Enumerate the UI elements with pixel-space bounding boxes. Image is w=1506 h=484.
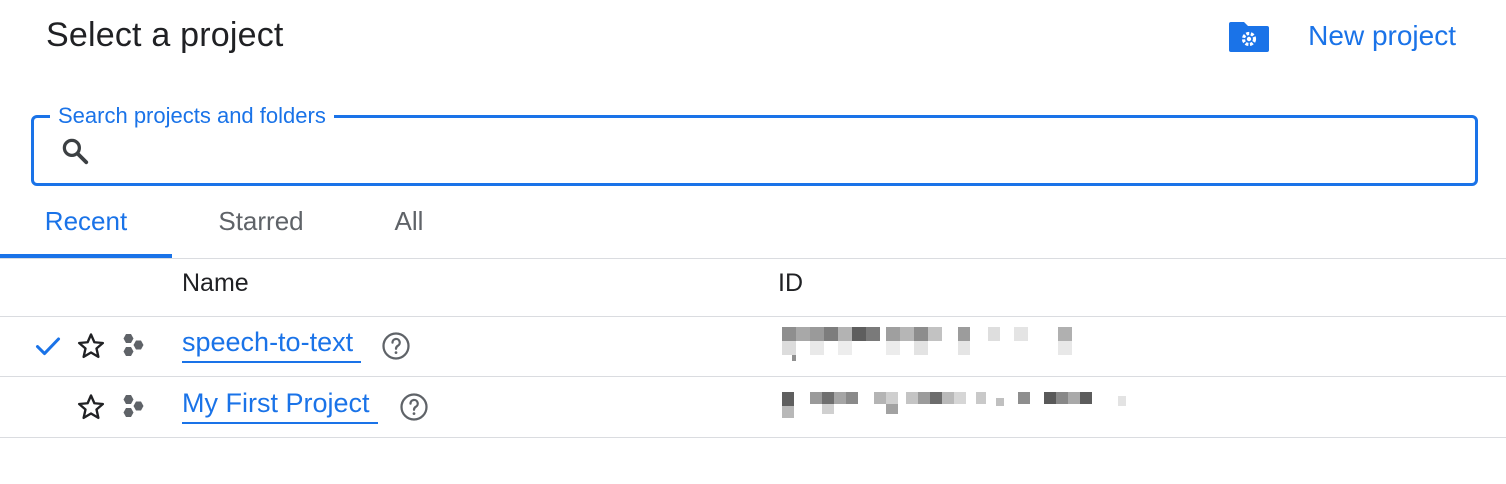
search-input[interactable] bbox=[104, 126, 1458, 176]
column-header-name: Name bbox=[182, 269, 249, 297]
search-field[interactable]: Search projects and folders bbox=[31, 102, 1478, 186]
table-header: Name ID bbox=[0, 259, 1506, 317]
help-icon[interactable] bbox=[381, 331, 411, 361]
tab-recent[interactable]: Recent bbox=[0, 192, 172, 258]
project-link[interactable]: My First Project bbox=[182, 388, 378, 424]
folder-settings-icon bbox=[1228, 18, 1270, 54]
new-project-button[interactable]: New project bbox=[1228, 18, 1456, 54]
project-hexagon-icon bbox=[118, 332, 148, 362]
column-header-id: ID bbox=[778, 269, 803, 297]
tab-all[interactable]: All bbox=[360, 192, 458, 256]
table-row[interactable]: My First Project bbox=[0, 378, 1506, 438]
new-project-label: New project bbox=[1308, 20, 1456, 51]
star-icon[interactable] bbox=[76, 392, 106, 422]
project-hexagon-icon bbox=[118, 393, 148, 423]
tab-bar: Recent Starred All bbox=[0, 192, 1506, 259]
help-icon[interactable] bbox=[399, 392, 429, 422]
redacted-project-id bbox=[782, 327, 1142, 363]
dialog-title: Select a project bbox=[46, 16, 284, 54]
search-icon bbox=[60, 136, 90, 166]
project-link[interactable]: speech-to-text bbox=[182, 327, 362, 363]
star-icon[interactable] bbox=[76, 331, 106, 361]
tab-starred[interactable]: Starred bbox=[178, 192, 344, 256]
table-row[interactable]: speech-to-text bbox=[0, 317, 1506, 377]
check-icon bbox=[34, 332, 62, 360]
redacted-project-id bbox=[782, 388, 1142, 424]
